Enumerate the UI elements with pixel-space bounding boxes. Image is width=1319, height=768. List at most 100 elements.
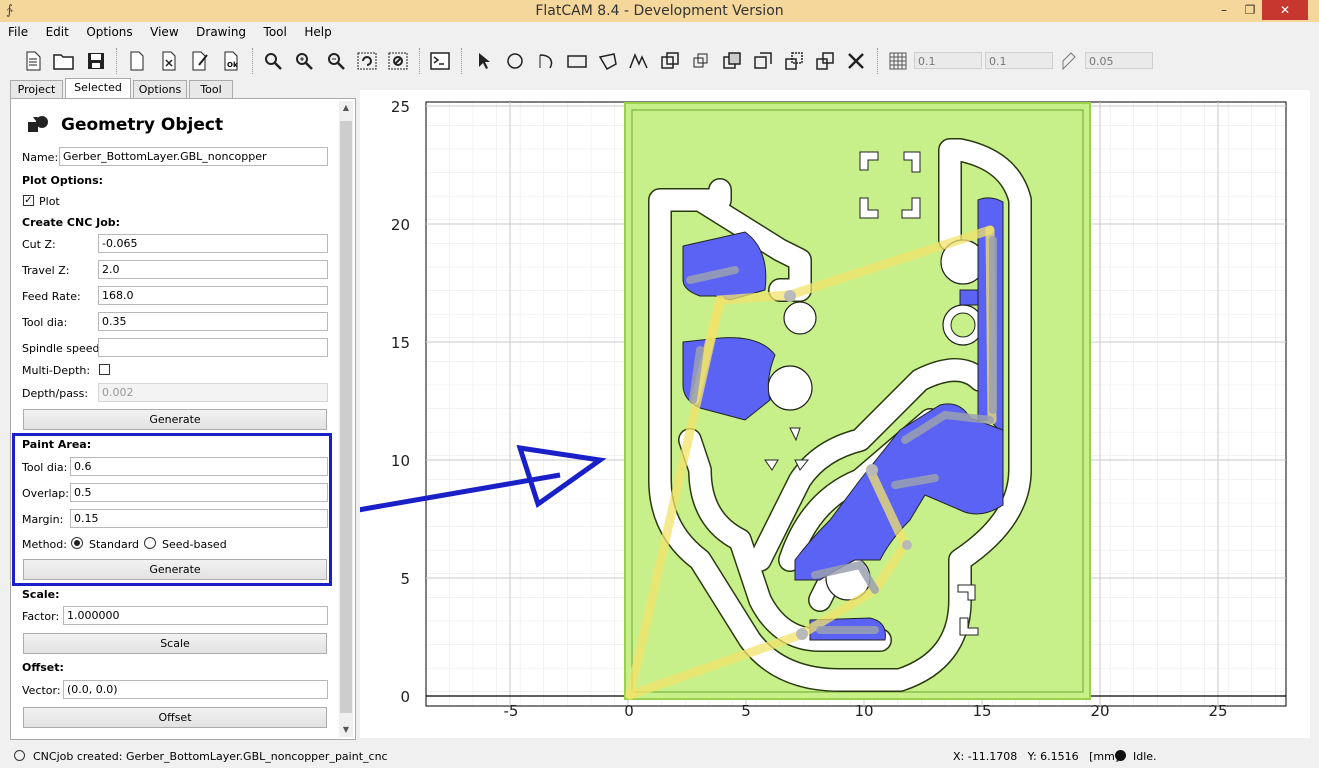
zoom-in-icon[interactable] <box>293 50 315 72</box>
offset-button[interactable]: Offset <box>23 707 327 728</box>
union-icon[interactable] <box>659 50 681 72</box>
open-folder-icon[interactable] <box>53 50 75 72</box>
status-message: CNCjob created: Gerber_BottomLayer.GBL_n… <box>33 750 388 763</box>
edit-geometry-icon[interactable] <box>189 50 211 72</box>
toolbar-separator <box>116 48 119 74</box>
plot-canvas[interactable]: -5 0 5 10 20 25 15 25 20 15 10 5 0 <box>357 90 1310 738</box>
y-tick-label: 15 <box>391 334 410 352</box>
tab-tool[interactable]: Tool <box>189 80 233 98</box>
create-cnc-heading: Create CNC Job: <box>22 216 121 229</box>
update-geometry-icon[interactable]: Ok <box>220 50 242 72</box>
panel-header: Geometry Object <box>61 115 224 135</box>
scroll-up-arrow-icon[interactable]: ▲ <box>339 101 353 115</box>
paint-area-highlight <box>12 433 332 586</box>
name-input[interactable]: Gerber_BottomLayer.GBL_noncopper <box>59 147 328 166</box>
minimize-button[interactable]: – <box>1211 0 1237 20</box>
factor-input[interactable]: 1.000000 <box>63 606 328 625</box>
close-button[interactable]: ✕ <box>1262 0 1308 20</box>
toolbar-separator <box>877 48 880 74</box>
add-arc-icon[interactable] <box>535 50 557 72</box>
scroll-thumb[interactable] <box>340 121 352 713</box>
window-title: FlatCAM 8.4 - Development Version <box>535 3 784 19</box>
panel-scrollbar[interactable]: ▲ ▼ <box>339 101 353 737</box>
vector-input[interactable]: (0.0, 0.0) <box>63 680 328 699</box>
menu-view[interactable]: View <box>142 22 184 39</box>
y-tick-label: 20 <box>391 216 410 234</box>
y-tick-label: 25 <box>391 98 410 116</box>
menu-help[interactable]: Help <box>296 22 337 39</box>
toolbar-separator <box>461 48 464 74</box>
scale-heading: Scale: <box>22 588 60 601</box>
clear-plot-icon[interactable] <box>387 50 409 72</box>
feed-rate-label: Feed Rate: <box>22 290 81 303</box>
x-tick-label: 25 <box>1208 702 1227 720</box>
intersection-icon[interactable] <box>690 50 712 72</box>
offset-heading: Offset: <box>22 661 64 674</box>
x-tick-label: 10 <box>854 702 873 720</box>
x-tick-label: 0 <box>624 702 634 720</box>
grid-y-field[interactable]: 0.1 <box>985 52 1053 69</box>
plot-checkbox[interactable]: ✓ <box>23 195 34 206</box>
move-shape-icon[interactable] <box>814 50 836 72</box>
scroll-down-arrow-icon[interactable]: ▼ <box>339 723 353 737</box>
selected-object-panel: Geometry Object Name: Gerber_BottomLayer… <box>10 98 356 740</box>
select-arrow-icon[interactable] <box>473 50 495 72</box>
cut-path-icon[interactable] <box>752 50 774 72</box>
delete-object-icon[interactable] <box>158 50 180 72</box>
x-tick-label: 15 <box>972 702 991 720</box>
depth-pass-label: Depth/pass: <box>22 387 89 400</box>
activity-icon <box>1115 750 1126 761</box>
tool-dia-label: Tool dia: <box>22 316 68 329</box>
maximize-button[interactable]: ❐ <box>1237 0 1263 20</box>
x-tick-label: -5 <box>504 702 519 720</box>
spindle-speed-input[interactable] <box>98 338 328 357</box>
menu-drawing[interactable]: Drawing <box>188 22 252 39</box>
menu-file[interactable]: File <box>0 22 34 39</box>
status-bar: CNCjob created: Gerber_BottomLayer.GBL_n… <box>0 746 1319 768</box>
copy-shape-icon[interactable] <box>783 50 805 72</box>
scale-button[interactable]: Scale <box>23 633 327 654</box>
multi-depth-checkbox[interactable] <box>99 364 110 375</box>
y-tick-label: 5 <box>400 570 410 588</box>
x-tick-label: 5 <box>741 702 751 720</box>
grid-x-field[interactable]: 0.1 <box>914 52 982 69</box>
menu-edit[interactable]: Edit <box>38 22 75 39</box>
add-polygon-icon[interactable] <box>597 50 619 72</box>
add-path-icon[interactable] <box>628 50 650 72</box>
y-tick-label: 0 <box>400 688 410 706</box>
spindle-speed-label: Spindle speed: <box>22 342 104 355</box>
plot-options-heading: Plot Options: <box>22 174 104 187</box>
cursor-coordinates: X: -11.1708 Y: 6.1516 [mm] <box>953 750 1120 763</box>
shell-icon[interactable] <box>429 50 451 72</box>
zoom-out-icon[interactable] <box>325 50 347 72</box>
tab-selected[interactable]: Selected <box>65 78 131 98</box>
menu-tool[interactable]: Tool <box>256 22 293 39</box>
toolbar-separator <box>252 48 255 74</box>
tab-project[interactable]: Project <box>10 80 63 98</box>
new-geometry-icon[interactable] <box>126 50 148 72</box>
title-bar: ∱ FlatCAM 8.4 - Development Version – ❐ … <box>0 0 1319 22</box>
snap-max-field[interactable]: 0.05 <box>1085 52 1153 69</box>
tab-options[interactable]: Options <box>133 80 187 98</box>
subtract-icon[interactable] <box>721 50 743 72</box>
generate-cnc-button[interactable]: Generate <box>23 409 327 430</box>
menu-options[interactable]: Options <box>78 22 138 39</box>
feed-rate-input[interactable]: 168.0 <box>98 286 328 305</box>
save-icon[interactable] <box>85 50 107 72</box>
svg-text:Ok: Ok <box>227 61 238 69</box>
add-circle-icon[interactable] <box>504 50 526 72</box>
tool-dia-input[interactable]: 0.35 <box>98 312 328 331</box>
plot-label: Plot <box>39 195 60 208</box>
status-state: Idle. <box>1133 750 1157 763</box>
status-indicator-icon <box>14 750 25 761</box>
delete-shape-icon[interactable] <box>845 50 867 72</box>
replot-icon[interactable] <box>356 50 378 72</box>
travel-z-input[interactable]: 2.0 <box>98 260 328 279</box>
snap-corner-icon[interactable] <box>1058 50 1080 72</box>
zoom-fit-icon[interactable] <box>262 50 284 72</box>
new-project-icon[interactable] <box>22 50 44 72</box>
add-rectangle-icon[interactable] <box>566 50 588 72</box>
cut-z-input[interactable]: -0.065 <box>98 234 328 253</box>
snap-grid-icon[interactable] <box>887 50 909 72</box>
pad-holes <box>950 312 976 338</box>
